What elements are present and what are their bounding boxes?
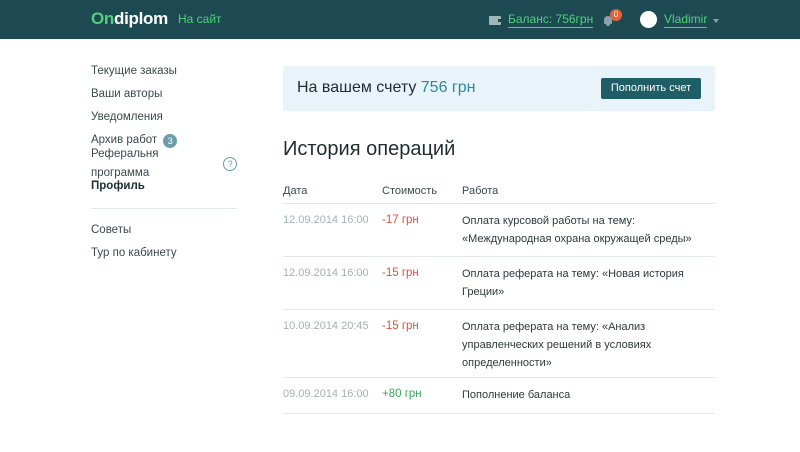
banner-amount: 756 грн <box>420 79 476 96</box>
username: Vladimir <box>664 11 708 28</box>
banner-text: На вашем счету 756 грн <box>297 79 476 97</box>
sidebar-item-notifications[interactable]: Уведомления <box>91 106 237 129</box>
sidebar: Текущие заказы Ваши авторы Уведомления А… <box>91 60 237 265</box>
column-header-cost: Стоимость <box>382 184 438 197</box>
row-work: Оплата курсовой работы на тему: «Междуна… <box>462 215 692 245</box>
sidebar-item-label: Профиль <box>91 180 145 192</box>
wallet-icon <box>489 15 502 25</box>
top-navbar: Ondiplom На сайт Баланс: 756грн 0 Vladim… <box>0 0 800 39</box>
logo-diplom: diplom <box>114 9 168 28</box>
user-menu[interactable]: Vladimir <box>640 11 720 28</box>
sidebar-item-label: Советы <box>91 224 132 236</box>
sidebar-item-label: Уведомления <box>91 111 163 123</box>
help-icon[interactable]: ? <box>223 156 237 171</box>
row-date: 12.09.2014 16:00 <box>283 267 369 279</box>
sidebar-item-tips[interactable]: Советы <box>91 219 237 242</box>
row-cost: -15 грн <box>382 267 419 279</box>
sidebar-item-label: Тур по кабинету <box>91 247 177 259</box>
row-cost: -17 грн <box>382 214 419 226</box>
column-header-date: Дата <box>283 184 308 197</box>
sidebar-item-current-orders[interactable]: Текущие заказы <box>91 60 237 83</box>
sidebar-divider <box>91 208 237 209</box>
logo-on: On <box>91 9 115 28</box>
row-cost: +80 грн <box>382 388 422 400</box>
chevron-down-icon <box>713 18 720 23</box>
notifications-badge: 0 <box>610 9 622 21</box>
sidebar-item-authors[interactable]: Ваши авторы <box>91 83 237 106</box>
site-link[interactable]: На сайт <box>178 12 222 26</box>
balance-label: Баланс: 756грн <box>508 12 594 28</box>
sidebar-item-label: Ваши авторы <box>91 88 163 100</box>
row-date: 09.09.2014 16:00 <box>283 388 369 400</box>
table-header: Дата Стоимость Работа <box>283 178 715 204</box>
column-header-work: Работа <box>462 184 499 197</box>
balance-banner: На вашем счету 756 грн Пополнить счет <box>283 66 715 111</box>
row-cost: -15 грн <box>382 320 419 332</box>
table-row: 12.09.2014 16:00 -15 грн Оплата реферата… <box>283 257 715 310</box>
operations-table: Дата Стоимость Работа 12.09.2014 16:00 -… <box>283 178 715 414</box>
table-row: 10.09.2014 20:45 -15 грн Оплата реферата… <box>283 310 715 378</box>
row-work: Оплата реферата на тему: «Анализ управле… <box>462 321 652 369</box>
balance-link[interactable]: Баланс: 756грн <box>489 12 594 28</box>
row-date: 12.09.2014 16:00 <box>283 214 369 226</box>
banner-label: На вашем счету <box>297 79 417 96</box>
row-work: Оплата реферата на тему: «Новая история … <box>462 268 684 298</box>
table-row: 09.09.2014 16:00 +80 грн Пополнение бала… <box>283 378 715 414</box>
avatar <box>640 11 657 28</box>
row-work: Пополнение баланса <box>462 389 571 401</box>
sidebar-item-label: Текущие заказы <box>91 65 177 77</box>
table-row: 12.09.2014 16:00 -17 грн Оплата курсовой… <box>283 204 715 257</box>
topup-button[interactable]: Пополнить счет <box>601 78 701 99</box>
logo[interactable]: Ondiplom <box>91 9 168 29</box>
row-date: 10.09.2014 20:45 <box>283 320 369 332</box>
sidebar-item-tour[interactable]: Тур по кабинету <box>91 242 237 265</box>
sidebar-item-referral[interactable]: Реферальня программа ? <box>91 148 237 179</box>
page-title: История операций <box>283 138 456 160</box>
